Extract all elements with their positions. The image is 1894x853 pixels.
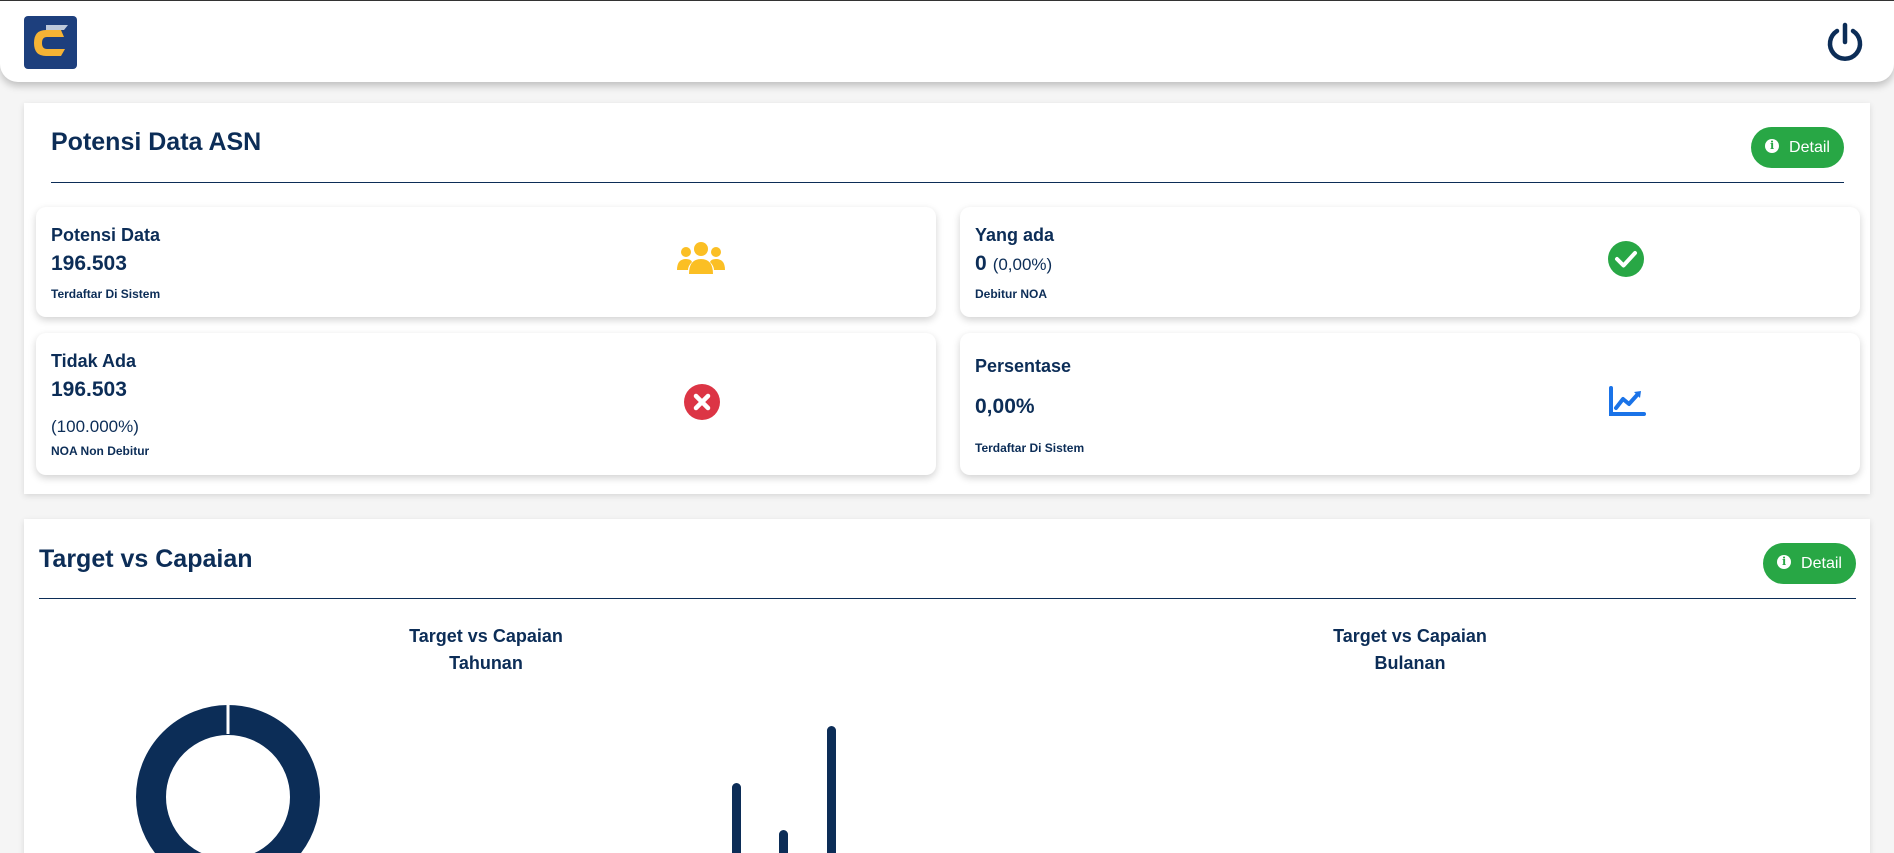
divider [51,182,1844,183]
stat-title: Persentase [975,356,1072,376]
power-icon[interactable] [1824,21,1866,63]
stat-subtitle: Terdaftar Di Sistem [975,441,1085,455]
bar [779,830,788,853]
info-icon: i [1765,138,1780,153]
stat-value: 0,00% [975,395,1035,418]
stat-value: 0 [975,252,987,275]
potensi-data-panel: Potensi Data ASN i Detail Potensi Data 1… [24,103,1870,494]
donut-ring [136,705,320,853]
chart-line-icon [1608,386,1646,423]
logo-icon [34,25,68,56]
times-circle-icon [684,384,720,425]
stat-title: Tidak Ada [51,351,137,371]
stat-subtitle: NOA Non Debitur [51,444,150,458]
bar [732,783,741,853]
chart-area-tahunan [136,703,836,853]
stat-card-tidak-ada: Tidak Ada 196.503 (100.000%) NOA Non Deb… [36,333,936,475]
stat-subtitle: Terdaftar Di Sistem [51,287,161,301]
stat-subtitle: Debitur NOA [975,287,1047,301]
bar-chart [732,726,836,853]
stat-card-potensi-data: Potensi Data 196.503 Terdaftar Di Sistem [36,207,936,317]
bar [827,726,836,853]
check-circle-icon [1608,241,1644,282]
stat-value-row: 0 (0,00%) [975,252,1052,276]
top-navbar [0,0,1894,82]
stat-card-yang-ada: Yang ada 0 (0,00%) Debitur NOA [960,207,1860,317]
stat-value: 196.503 [51,252,127,275]
stat-title: Potensi Data [51,225,161,245]
panel-title: Potensi Data ASN [51,128,262,156]
stat-percent: (0,00%) [992,255,1053,274]
target-capaian-panel: Target vs Capaian i Detail Target vs Cap… [24,519,1870,853]
stat-value: 196.503 [51,378,127,401]
detail-button[interactable]: i Detail [1751,127,1844,168]
detail-button-label: Detail [1789,138,1830,156]
donut-chart [136,703,320,853]
app-logo[interactable] [24,16,77,69]
users-icon [677,240,725,281]
stat-title: Yang ada [975,225,1055,245]
stat-percent: (100.000%) [51,417,139,436]
stat-card-persentase: Persentase 0,00% Terdaftar Di Sistem [960,333,1860,475]
